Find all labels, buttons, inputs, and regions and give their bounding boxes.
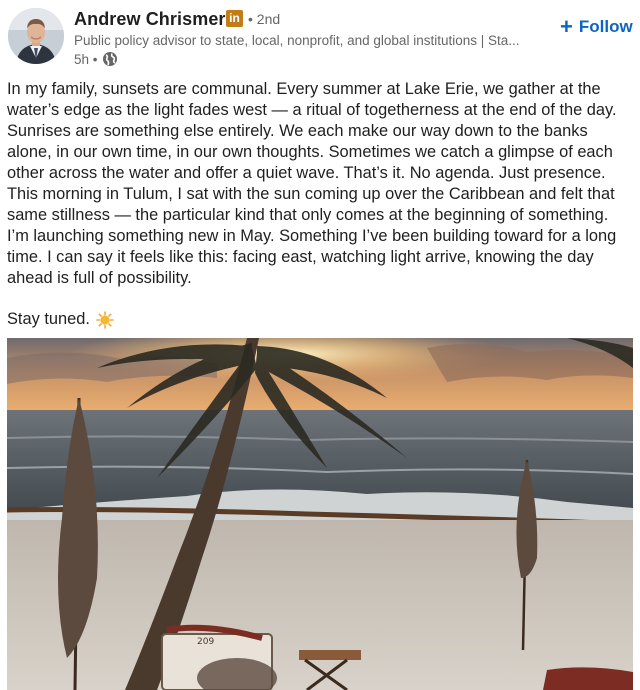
globe-icon: [102, 52, 117, 66]
follow-button[interactable]: + Follow: [560, 14, 633, 40]
post-photo[interactable]: 209: [7, 338, 633, 690]
author-headline: Public policy advisor to state, local, n…: [74, 33, 520, 48]
post-time: 5h •: [74, 51, 98, 67]
post-header: Andrew Chrismer in • 2nd Public policy a…: [0, 0, 640, 75]
post-meta: 5h •: [74, 51, 118, 67]
avatar-photo: [8, 8, 64, 64]
author-name[interactable]: Andrew Chrismer: [74, 9, 226, 30]
connection-degree: • 2nd: [248, 11, 281, 27]
post-closing: Stay tuned.: [7, 309, 114, 330]
post-body: In my family, sunsets are communal. Ever…: [7, 80, 617, 287]
follow-label: Follow: [578, 17, 633, 36]
lounger-number: 209: [197, 637, 214, 647]
plus-icon: +: [560, 14, 573, 39]
linkedin-premium-badge: in: [226, 10, 243, 27]
sun-emoji-icon: [96, 310, 114, 329]
author-avatar[interactable]: [8, 8, 64, 64]
beach-sunrise-image: 209: [7, 338, 633, 690]
closing-text: Stay tuned.: [7, 310, 90, 328]
